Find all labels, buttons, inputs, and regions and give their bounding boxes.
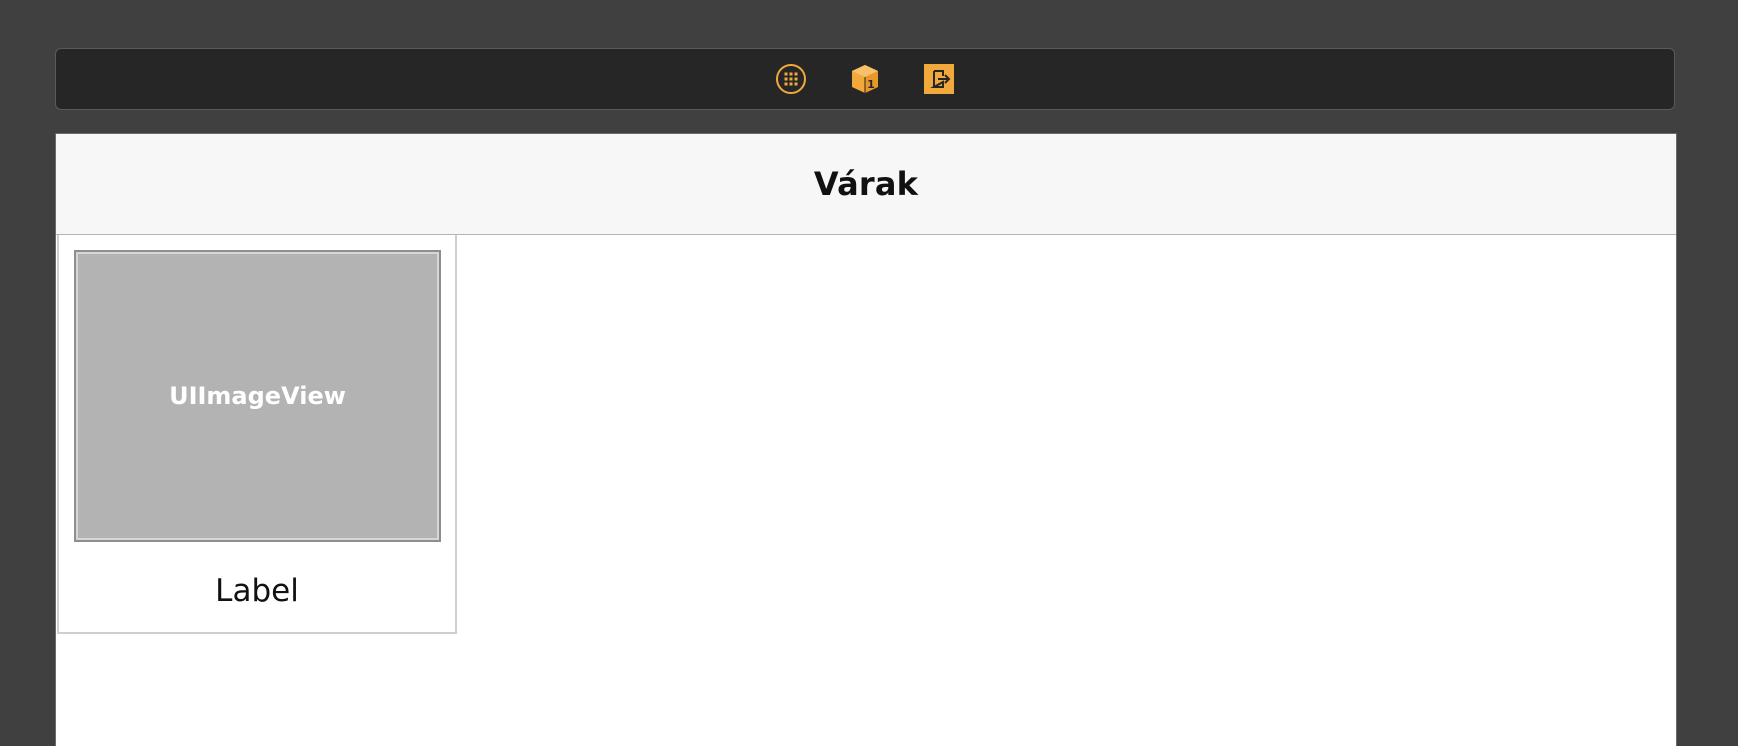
navigation-title: Várak — [813, 165, 919, 203]
first-responder-badge: 1 — [867, 78, 875, 91]
view-controller-scene[interactable]: Várak UIImageView Label — [55, 133, 1677, 746]
navigation-bar[interactable]: Várak — [56, 134, 1676, 235]
exit-icon[interactable] — [923, 63, 955, 95]
scene-dock: 1 — [55, 48, 1675, 110]
cell-label[interactable]: Label — [59, 573, 455, 609]
image-view-text: UIImageView — [169, 382, 346, 410]
first-responder-icon[interactable]: 1 — [849, 63, 881, 95]
storyboard-canvas: 1 Várak UIImageView Label — [0, 0, 1738, 746]
view-controller-icon[interactable] — [775, 63, 807, 95]
collection-view-cell[interactable]: UIImageView Label — [57, 235, 457, 634]
image-view-placeholder[interactable]: UIImageView — [74, 250, 441, 542]
